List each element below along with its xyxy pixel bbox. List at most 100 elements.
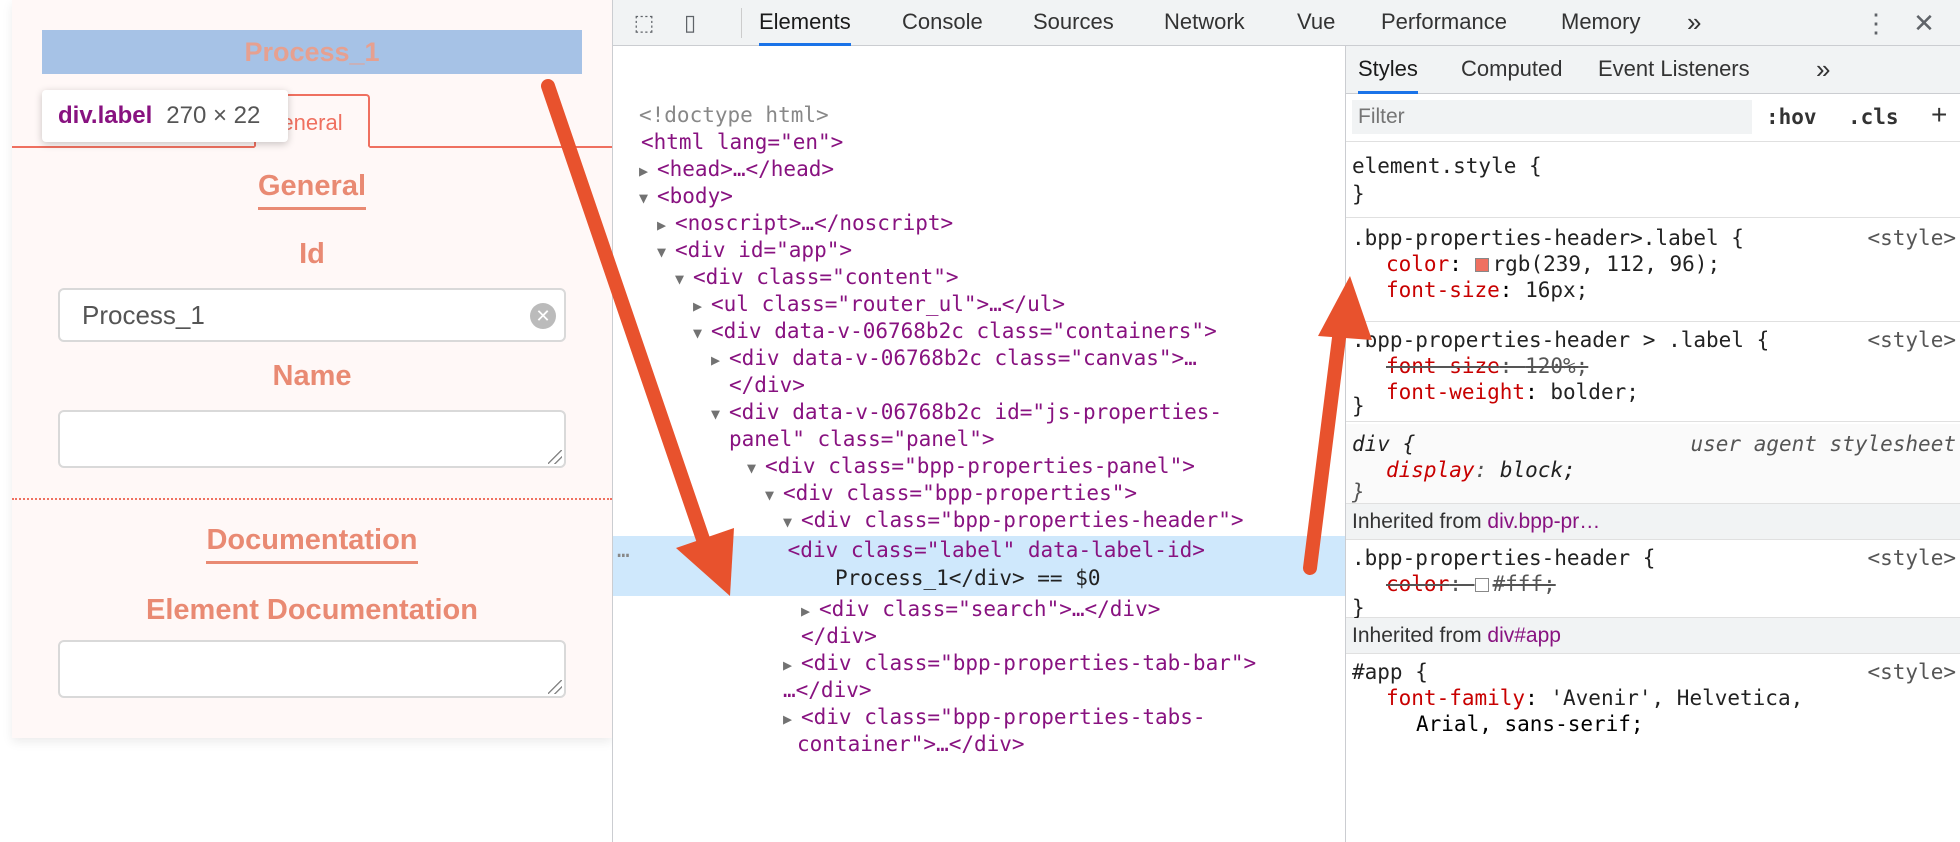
device-toggle-icon[interactable]: ▯ xyxy=(677,10,703,36)
style-property[interactable]: font-weight: bolder; xyxy=(1386,378,1639,406)
dom-node-row[interactable]: ▶ <div class="bpp-properties-tab-bar"> xyxy=(613,650,1345,677)
tab-performance[interactable]: Performance xyxy=(1381,0,1507,46)
style-rule: .bpp-properties-header > .label { <style… xyxy=(1346,324,1960,422)
styles-filter-input[interactable] xyxy=(1352,100,1752,134)
dom-node-row[interactable]: </div> xyxy=(613,372,1345,399)
more-tabs-icon[interactable]: » xyxy=(1687,0,1701,46)
dom-node-row[interactable]: ▼ <div class="content"> xyxy=(613,264,1345,291)
style-property-overridden[interactable]: color: #fff; xyxy=(1386,570,1556,598)
property-name: font-size xyxy=(1386,354,1500,378)
expand-arrow-icon[interactable]: ▶ xyxy=(801,598,819,625)
tab-event-listeners[interactable]: Event Listeners xyxy=(1598,46,1750,94)
name-textarea[interactable] xyxy=(58,410,566,468)
expand-arrow-icon[interactable]: ▶ xyxy=(783,706,801,733)
dom-node-row[interactable]: ▼ <div data-v-06768b2c id="js-properties- xyxy=(613,399,1345,426)
property-value: 16px; xyxy=(1525,278,1589,302)
collapse-arrow-icon[interactable]: ▼ xyxy=(747,455,765,482)
collapse-arrow-icon[interactable]: ▼ xyxy=(783,509,801,536)
resize-grip-icon[interactable] xyxy=(548,680,562,694)
collapse-arrow-icon[interactable]: ▼ xyxy=(693,320,711,347)
expand-arrow-icon[interactable]: ▶ xyxy=(693,293,711,320)
style-property[interactable]: font-size: 16px; xyxy=(1386,276,1588,304)
inherited-target[interactable]: div.bpp-pr… xyxy=(1487,510,1600,533)
color-swatch[interactable] xyxy=(1474,578,1489,592)
rule-source[interactable]: <style> xyxy=(1867,658,1956,686)
rule-selector[interactable]: .bpp-properties-header>.label { xyxy=(1352,224,1744,252)
element-documentation-textarea[interactable] xyxy=(58,640,566,698)
new-rule-icon[interactable]: + xyxy=(1931,98,1947,132)
style-rule: .bpp-properties-header { <style> color: … xyxy=(1346,540,1960,620)
expand-arrow-icon[interactable]: ▶ xyxy=(783,652,801,679)
tab-styles[interactable]: Styles xyxy=(1358,46,1418,94)
dom-node-row[interactable]: container">…</div> xyxy=(613,731,1345,758)
property-value: #fff; xyxy=(1492,572,1556,596)
clear-icon[interactable]: ✕ xyxy=(530,303,556,329)
kebab-menu-icon[interactable]: ⋮ xyxy=(1863,10,1889,36)
resize-grip-icon[interactable] xyxy=(548,450,562,464)
class-toggle-button[interactable]: .cls xyxy=(1848,100,1899,134)
dom-node-row[interactable]: ▶ <ul class="router_ul">…</ul> xyxy=(613,291,1345,318)
dom-node-row[interactable]: </div> xyxy=(613,623,1345,650)
tab-network[interactable]: Network xyxy=(1164,0,1245,46)
dom-node-row[interactable]: ▶ <div class="search">…</div> xyxy=(613,596,1345,623)
more-tabs-icon[interactable]: » xyxy=(1816,46,1830,94)
styles-pane: Styles Computed Event Listeners » :hov .… xyxy=(1345,46,1960,842)
dom-node-row-selected[interactable]: Process_1</div> == $0 xyxy=(613,564,1345,596)
color-swatch[interactable] xyxy=(1474,258,1489,272)
dom-node-row[interactable]: ▼ <body> xyxy=(613,183,1345,210)
properties-header-label: Process_1 xyxy=(42,30,582,74)
tab-vue[interactable]: Vue xyxy=(1297,0,1335,46)
dom-node-row[interactable]: ▶ <div data-v-06768b2c class="canvas">… xyxy=(613,345,1345,372)
tab-computed[interactable]: Computed xyxy=(1461,46,1563,94)
dom-node-row[interactable]: ▶ <head>…</head> xyxy=(613,156,1345,183)
dom-node-text: <div class="bpp-properties-panel"> xyxy=(765,454,1195,478)
hover-state-button[interactable]: :hov xyxy=(1766,100,1817,134)
inherited-target[interactable]: div#app xyxy=(1487,624,1561,647)
dom-node-row[interactable]: ▼ <div class="bpp-properties"> xyxy=(613,480,1345,507)
tab-sources[interactable]: Sources xyxy=(1033,0,1114,46)
collapse-arrow-icon[interactable]: ▼ xyxy=(675,266,693,293)
dom-node-row[interactable]: ▼ <div class="bpp-properties-header"> xyxy=(613,507,1345,534)
rule-selector[interactable]: #app { xyxy=(1352,658,1428,686)
dom-node-row[interactable]: ▶ <noscript>…</noscript> xyxy=(613,210,1345,237)
close-icon[interactable]: ✕ xyxy=(1911,10,1937,36)
dom-node-row[interactable]: <html lang="en"> xyxy=(613,129,1345,156)
expand-arrow-icon[interactable]: ▶ xyxy=(657,212,675,239)
dom-node-row[interactable]: …</div> xyxy=(613,677,1345,704)
inherited-from-header: Inherited from div.bpp-pr… xyxy=(1346,504,1960,540)
rule-selector[interactable]: .bpp-properties-header { xyxy=(1352,544,1655,572)
property-value: bolder; xyxy=(1550,380,1639,404)
id-input[interactable]: Process_1 ✕ xyxy=(58,288,566,342)
id-input-value: Process_1 xyxy=(82,300,205,330)
rule-source[interactable]: <style> xyxy=(1867,326,1956,354)
dom-node-row[interactable]: ▼ <div id="app"> xyxy=(613,237,1345,264)
property-name: color xyxy=(1386,572,1450,596)
inherited-from-header: Inherited from div#app xyxy=(1346,618,1960,654)
collapse-arrow-icon[interactable]: ▼ xyxy=(639,185,657,212)
rule-source[interactable]: <style> xyxy=(1867,544,1956,572)
tab-memory[interactable]: Memory xyxy=(1561,0,1640,46)
dom-node-row[interactable]: ▼ <div class="bpp-properties-panel"> xyxy=(613,453,1345,480)
toolbar-separator xyxy=(741,8,742,38)
style-property[interactable]: font-family: 'Avenir', Helvetica, xyxy=(1386,684,1803,712)
dom-node-row[interactable]: <!doctype html> xyxy=(613,102,1345,129)
rule-source[interactable]: <style> xyxy=(1867,224,1956,252)
inspect-element-icon[interactable]: ⬚ xyxy=(631,10,657,36)
collapse-arrow-icon[interactable]: ▼ xyxy=(711,401,729,428)
expand-arrow-icon[interactable]: ▶ xyxy=(639,158,657,185)
dom-node-text: <div class="bpp-properties-tabs- xyxy=(801,705,1206,729)
row-ellipsis-icon[interactable]: … xyxy=(613,538,630,562)
section-documentation-title: Documentation xyxy=(12,524,612,564)
collapse-arrow-icon[interactable]: ▼ xyxy=(657,239,675,266)
rule-selector[interactable]: .bpp-properties-header > .label { xyxy=(1352,326,1769,354)
tab-elements[interactable]: Elements xyxy=(759,0,851,46)
dom-node-row[interactable]: ▼ <div data-v-06768b2c class="containers"… xyxy=(613,318,1345,345)
collapse-arrow-icon[interactable]: ▼ xyxy=(765,482,783,509)
style-property-overridden[interactable]: font-size: 120%; xyxy=(1386,352,1588,380)
dom-node-row[interactable]: panel" class="panel"> xyxy=(613,426,1345,453)
expand-arrow-icon[interactable]: ▶ xyxy=(711,347,729,374)
style-property[interactable]: color: rgb(239, 112, 96); xyxy=(1386,250,1720,278)
dom-node-row[interactable]: ▶ <div class="bpp-properties-tabs- xyxy=(613,704,1345,731)
dom-node-text: <noscript>…</noscript> xyxy=(675,211,954,235)
tab-console[interactable]: Console xyxy=(902,0,983,46)
